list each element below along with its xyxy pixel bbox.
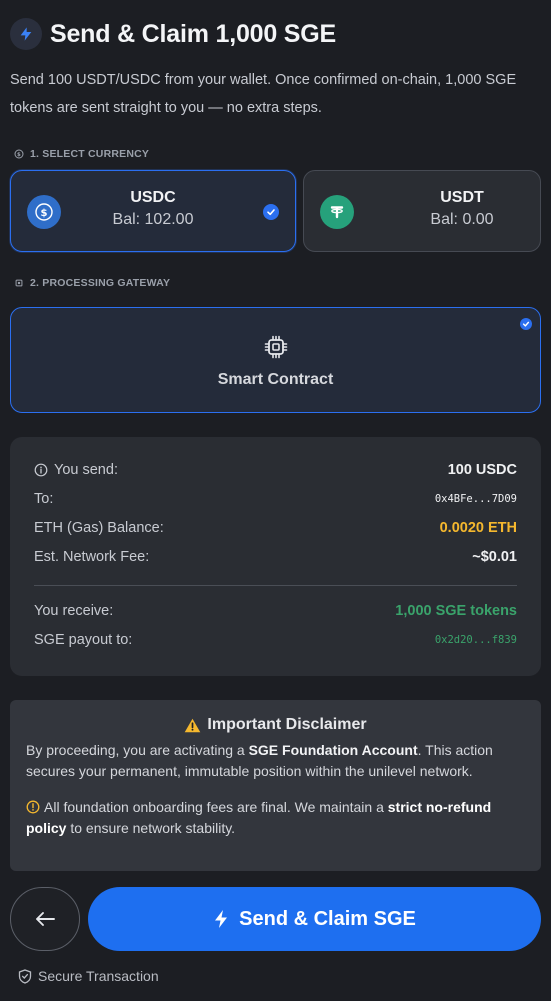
summary-row-payout: SGE payout to: 0x2d20...f839: [34, 632, 517, 648]
check-icon: [263, 204, 279, 220]
page-description: Send 100 USDT/USDC from your wallet. Onc…: [10, 72, 517, 116]
currency-card-usdt[interactable]: USDT Bal: 0.00: [303, 170, 541, 252]
cpu-chip-icon: [263, 334, 289, 365]
summary-row-receive: You receive: 1,000 SGE tokens: [34, 603, 517, 619]
disclaimer-body: By proceeding, you are activating a SGE …: [26, 740, 525, 782]
note-text: to ensure network stability.: [66, 820, 236, 836]
divider: [34, 585, 517, 586]
summary-row-fee: Est. Network Fee: ~$0.01: [34, 549, 517, 565]
bolt-icon: [10, 18, 42, 50]
currency-name: USDC: [130, 189, 176, 206]
disclaimer-title: Important Disclaimer: [10, 716, 541, 734]
page-header: Send & Claim 1,000 SGE: [10, 18, 336, 50]
summary-row-to: To: 0x4BFe...7D09: [34, 491, 517, 507]
section-label: 1. SELECT CURRENCY: [30, 148, 150, 160]
to-label: To:: [34, 491, 54, 507]
warning-icon: [185, 718, 201, 732]
gateway-label: Smart Contract: [217, 371, 334, 388]
summary-row-send: You send: 100 USDC: [34, 462, 517, 478]
to-address: 0x4BFe...7D09: [434, 493, 517, 505]
section-processing-gateway: 2. PROCESSING GATEWAY: [14, 277, 170, 289]
section-label: 2. PROCESSING GATEWAY: [30, 277, 171, 289]
payout-label: SGE payout to:: [34, 632, 133, 648]
transaction-summary: You send: 100 USDC To: 0x4BFe...7D09 ETH…: [10, 437, 541, 676]
chip-icon: [15, 279, 23, 287]
payout-address: 0x2d20...f839: [434, 634, 517, 646]
receive-value: 1,000 SGE tokens: [395, 603, 517, 619]
bolt-icon: [215, 910, 228, 928]
receive-label: You receive:: [34, 603, 114, 619]
send-button-label: Send & Claim SGE: [239, 907, 416, 930]
disclaimer-title-text: Important Disclaimer: [207, 716, 367, 733]
currency-card-usdc[interactable]: $ USDC Bal: 102.00: [10, 170, 296, 252]
secure-transaction: Secure Transaction: [18, 968, 159, 984]
currency-name: USDT: [440, 189, 484, 206]
svg-text:$: $: [17, 152, 21, 158]
important-disclaimer: Important Disclaimer By proceeding, you …: [10, 700, 541, 871]
currency-balance: Bal: 102.00: [112, 211, 194, 228]
shield-icon: [18, 968, 32, 984]
note-text: All foundation onboarding fees are final…: [44, 799, 388, 815]
currency-balance: Bal: 0.00: [430, 211, 494, 228]
gas-value: 0.0020 ETH: [439, 520, 517, 536]
section-select-currency: $ 1. SELECT CURRENCY: [14, 148, 149, 160]
coin-icon: $: [14, 149, 24, 159]
arrow-left-icon: [36, 912, 55, 926]
fee-label: Est. Network Fee:: [34, 549, 150, 565]
info-warning-icon: [26, 800, 40, 814]
usdt-coin-icon: [320, 195, 354, 229]
disclaimer-account-name: SGE Foundation Account: [248, 742, 418, 758]
fee-value: ~$0.01: [472, 549, 517, 565]
check-icon: [520, 318, 532, 330]
back-button[interactable]: [10, 887, 80, 951]
gas-label: ETH (Gas) Balance:: [34, 520, 164, 536]
summary-row-gas: ETH (Gas) Balance: 0.0020 ETH: [34, 520, 517, 536]
send-and-claim-button[interactable]: Send & Claim SGE: [88, 887, 541, 951]
send-label: You send:: [54, 462, 118, 478]
disclaimer-refund-note: All foundation onboarding fees are final…: [26, 797, 525, 839]
page-title: Send & Claim 1,000 SGE: [50, 19, 336, 48]
send-value: 100 USDC: [447, 462, 517, 478]
gateway-card-smart-contract[interactable]: Smart Contract: [10, 307, 541, 413]
secure-label: Secure Transaction: [38, 968, 159, 984]
info-icon: [34, 463, 48, 477]
disclaimer-text: By proceeding, you are activating a: [26, 742, 249, 758]
